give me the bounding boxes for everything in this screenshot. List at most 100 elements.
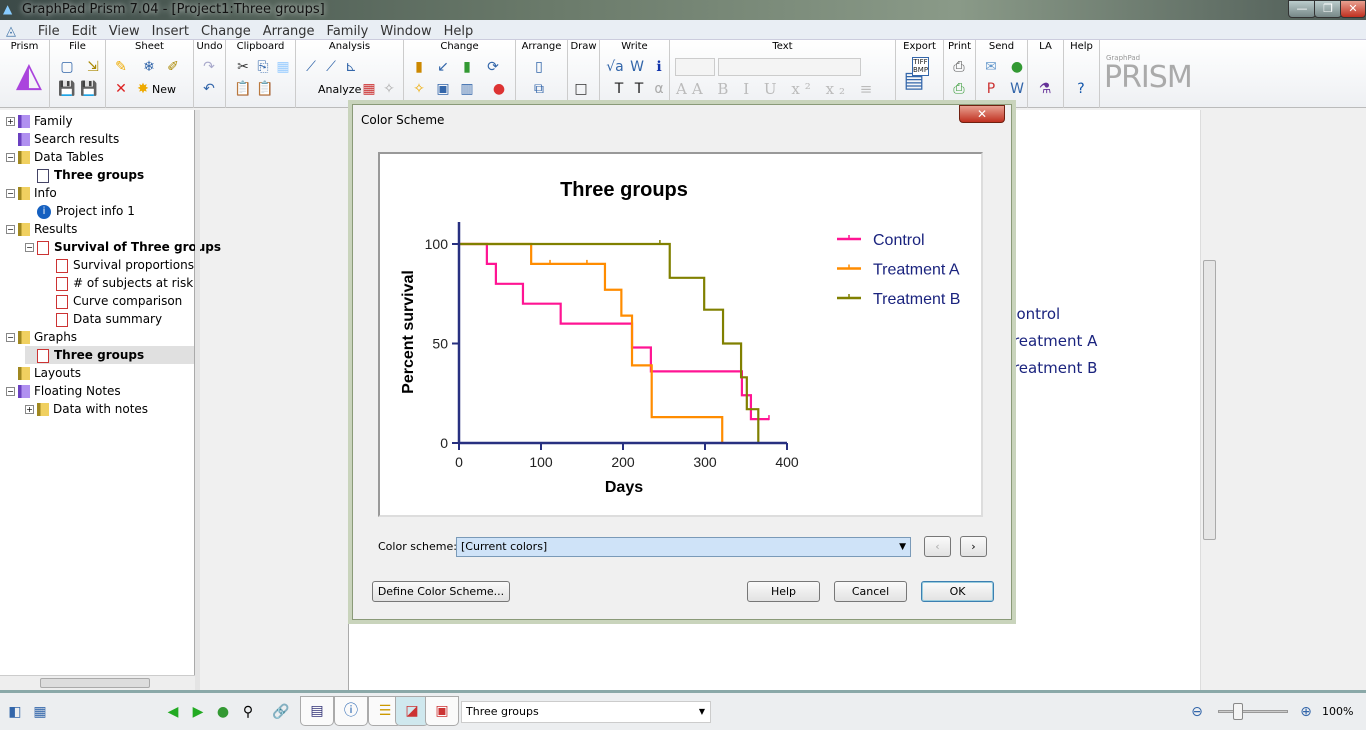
binoculars-icon[interactable]: ⚲ xyxy=(237,701,259,723)
next-sheet-icon[interactable]: ▶ xyxy=(187,701,209,723)
previous-sheet-icon[interactable]: ◀ xyxy=(162,701,184,723)
print-icon[interactable]: ⎙ xyxy=(950,58,968,76)
navigator-item[interactable]: − Info xyxy=(6,184,57,202)
paste-special-icon[interactable]: ▦ xyxy=(274,58,292,76)
color-scheme-select[interactable]: [Current colors] ▼ xyxy=(456,537,911,557)
wizard-icon[interactable]: ✧ xyxy=(380,80,398,98)
table-analysis-icon[interactable]: ▦ xyxy=(360,80,378,98)
navigator-item[interactable]: Curve comparison xyxy=(44,292,182,310)
color-scheme-icon[interactable]: ● xyxy=(490,80,508,98)
navigator-item[interactable]: Survival proportions xyxy=(44,256,194,274)
next-scheme-button[interactable]: › xyxy=(960,536,987,557)
expander-icon[interactable]: − xyxy=(25,243,34,252)
graph-type-icon[interactable]: ▮ xyxy=(410,58,428,76)
expander-icon[interactable]: − xyxy=(6,225,15,234)
send-word-icon[interactable]: W xyxy=(1008,80,1026,98)
save-as-icon[interactable]: 💾 xyxy=(80,80,98,98)
navigator-item[interactable]: − Survival of Three groups xyxy=(25,238,221,256)
navigator-item[interactable]: − Graphs xyxy=(6,328,77,346)
magic-icon[interactable]: ✧ xyxy=(410,80,428,98)
nonlinear-icon[interactable]: ⟋ xyxy=(322,58,340,76)
zoom-slider-thumb[interactable] xyxy=(1233,703,1243,720)
menu-help[interactable]: Help xyxy=(438,22,480,41)
define-color-scheme-button[interactable]: Define Color Scheme... xyxy=(372,581,510,602)
find-sheet-icon[interactable]: ● xyxy=(212,701,234,723)
minimize-button[interactable]: — xyxy=(1288,0,1316,18)
bar-icon[interactable]: ▮ xyxy=(458,58,476,76)
navigator-item[interactable]: Three groups xyxy=(25,166,144,184)
ok-button[interactable]: OK xyxy=(921,581,994,602)
open-file-icon[interactable]: ⇲ xyxy=(84,58,102,76)
email-icon[interactable]: ✉ xyxy=(982,58,1000,76)
zoom-out-icon[interactable]: ⊖ xyxy=(1186,701,1208,723)
maximize-button[interactable]: ❐ xyxy=(1314,0,1342,18)
info-insert-icon[interactable]: ℹ xyxy=(650,58,668,76)
arrange-icon[interactable]: ▯ xyxy=(530,58,548,76)
word-icon[interactable]: W xyxy=(628,58,646,76)
cut-icon[interactable]: ✂ xyxy=(234,58,252,76)
sheet-select[interactable]: Three groups ▼ xyxy=(461,701,711,723)
prism-icon[interactable]: ◭ xyxy=(14,58,44,92)
menu-arrange[interactable]: Arrange xyxy=(257,22,321,41)
link-icon[interactable]: 🔗 xyxy=(270,701,292,723)
navigator-item[interactable]: − Data Tables xyxy=(6,148,104,166)
navigator-item[interactable]: i Project info 1 xyxy=(25,202,135,220)
delete-sheet-icon[interactable]: ✕ xyxy=(112,80,130,98)
expander-icon[interactable]: + xyxy=(25,405,34,414)
menu-view[interactable]: View xyxy=(103,22,146,41)
text-box-icon[interactable]: T xyxy=(630,80,648,98)
navigator-item[interactable]: + Family xyxy=(6,112,73,130)
navigator-item[interactable]: Data summary xyxy=(44,310,162,328)
expander-icon[interactable]: − xyxy=(6,333,15,342)
edit-sheet-icon[interactable]: ✎ xyxy=(112,58,130,76)
expander-icon[interactable]: + xyxy=(6,117,15,126)
format-icon[interactable]: ❄ xyxy=(140,58,158,76)
paste-icon[interactable]: 📋 xyxy=(234,80,252,98)
help-button[interactable]: Help xyxy=(747,581,820,602)
format-graph-icon[interactable]: ▥ xyxy=(458,80,476,98)
print-preview-icon[interactable]: ⎙ xyxy=(950,80,968,98)
navigator-horizontal-scrollbar[interactable] xyxy=(0,675,195,690)
new-sheet-icon[interactable]: ✸ xyxy=(134,80,152,98)
navigator-item[interactable]: Layouts xyxy=(6,364,81,382)
redo-icon[interactable]: ↷ xyxy=(200,58,218,76)
zoom-in-icon[interactable]: ⊕ xyxy=(1295,701,1317,723)
menu-edit[interactable]: Edit xyxy=(66,22,103,41)
previous-scheme-button[interactable]: ‹ xyxy=(924,536,951,557)
navigator-item[interactable]: Three groups xyxy=(25,346,194,364)
save-icon[interactable]: 💾 xyxy=(58,80,76,98)
close-button[interactable]: ✕ xyxy=(1340,0,1366,18)
shape-icon[interactable]: □ xyxy=(572,80,590,98)
menu-family[interactable]: Family xyxy=(321,22,375,41)
greek-icon[interactable]: α xyxy=(650,80,668,98)
gallery-view-icon[interactable]: ▦ xyxy=(29,701,51,723)
panel-splitter[interactable] xyxy=(195,110,200,690)
powerpoint-icon[interactable]: P xyxy=(982,80,1000,98)
layouts-tab[interactable]: ▣ xyxy=(425,696,459,726)
menu-insert[interactable]: Insert xyxy=(146,22,195,41)
page-vertical-scrollbar[interactable] xyxy=(1200,110,1217,690)
navigator-item[interactable]: − Results xyxy=(6,220,77,238)
navigator-item[interactable]: Search results xyxy=(6,130,119,148)
font-name-select[interactable] xyxy=(718,58,861,76)
format-axes-icon[interactable]: ▣ xyxy=(434,80,452,98)
align-icon[interactable]: ⧉ xyxy=(530,80,548,98)
analyze-button[interactable]: Analyze xyxy=(318,83,361,96)
navigator-item[interactable]: # of subjects at risk xyxy=(44,274,193,292)
undo-icon[interactable]: ↶ xyxy=(200,80,218,98)
copy-icon[interactable]: ⎘ xyxy=(254,58,272,76)
equation-icon[interactable]: √a xyxy=(606,58,624,76)
expander-icon[interactable]: − xyxy=(6,387,15,396)
cancel-button[interactable]: Cancel xyxy=(834,581,907,602)
font-size-select[interactable] xyxy=(675,58,715,76)
pin-icon[interactable]: ✐ xyxy=(164,58,182,76)
expander-icon[interactable]: − xyxy=(6,153,15,162)
menu-change[interactable]: Change xyxy=(195,22,257,41)
expander-icon[interactable]: − xyxy=(6,189,15,198)
info-tab[interactable]: ⓘ xyxy=(334,696,368,726)
help-icon[interactable]: ? xyxy=(1072,80,1090,98)
data-tables-tab[interactable]: ▤ xyxy=(300,696,334,726)
zoom-slider[interactable] xyxy=(1218,703,1288,720)
refresh-icon[interactable]: ⟳ xyxy=(484,58,502,76)
navigator-item[interactable]: + Data with notes xyxy=(25,400,148,418)
